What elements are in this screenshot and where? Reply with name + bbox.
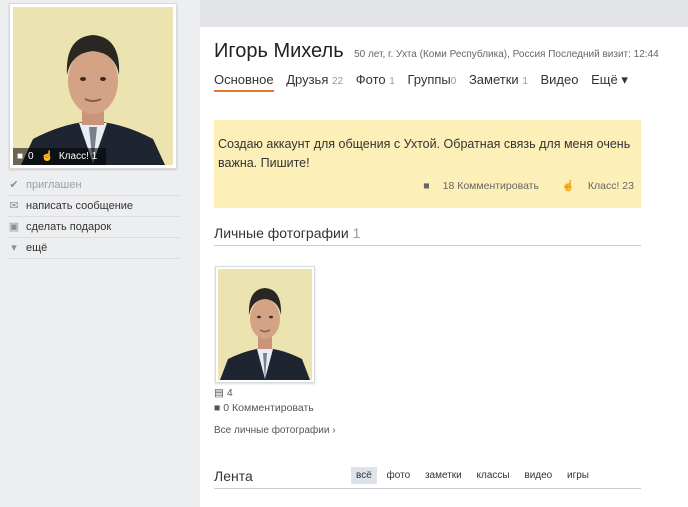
personal-photo[interactable] [215,266,315,383]
side-item-label: приглашен [26,179,82,191]
status-actions: ■ 18 Комментировать ☝ Класс! 23 [403,179,634,192]
tab-label: Основное [214,72,274,87]
status-post: Создаю аккаунт для общения с Ухтой. Обра… [214,120,641,208]
tab-count: 22 [332,76,344,87]
personal-photos-header: Личные фотографии 1 [214,225,641,246]
gift-icon: ▣ [8,221,20,233]
photo-stats-count: 4 [226,387,233,399]
avatar[interactable]: ■ 0 ☝ Класс! 1 [9,3,177,169]
avatar-photo[interactable] [13,7,173,165]
profile-meta: 50 лет, г. Ухта (Коми Республика), Росси… [354,49,659,60]
side-item-write-message[interactable]: ✉ написать сообщение [8,196,180,217]
tab-label: Группы [407,72,451,87]
photo-stats: ▤ 4 [214,387,233,399]
tab-video[interactable]: Видео [541,72,579,90]
tab-label: Ещё ▾ [591,72,628,87]
tab-main[interactable]: Основное [214,72,274,92]
profile-actions-menu: ✔ приглашен ✉ написать сообщение ▣ сдела… [8,175,180,259]
status-comments[interactable]: ■ 18 Комментировать [413,180,539,192]
filter-video[interactable]: видео [519,467,557,484]
status-text: Создаю аккаунт для общения с Ухтой. Обра… [218,137,631,170]
tab-label: Друзья [286,72,329,87]
tab-friends[interactable]: Друзья 22 [286,72,343,90]
comment-icon: ■ [17,151,24,162]
status-likes[interactable]: ☝ Класс! 23 [552,180,634,192]
feed-header: Лента всё фото заметки классы видео игры [214,467,641,489]
tab-label: Фото [355,72,386,87]
avatar-comments-count: 0 [28,151,34,162]
status-likes-label[interactable]: Класс! 23 [588,180,634,192]
tab-count: 0 [450,76,457,87]
filter-likes[interactable]: классы [472,467,515,484]
envelope-icon: ✉ [9,200,19,212]
profile-header: Игорь Михель 50 лет, г. Ухта (Коми Респу… [214,40,659,63]
side-item-label[interactable]: ещё [26,238,47,258]
tab-notes[interactable]: Заметки 1 [469,72,528,90]
man-portrait-icon [13,7,173,165]
feed-filters: всё фото заметки классы видео игры [349,467,594,484]
section-count: 1 [352,225,361,241]
status-comments-label[interactable]: 18 Комментировать [443,180,539,192]
like-icon: ☝ [41,151,54,162]
side-item-label[interactable]: сделать подарок [26,217,111,237]
profile-tabs: Основное Друзья 22 Фото 1 Группы0 Заметк… [214,72,637,92]
tab-groups[interactable]: Группы0 [407,72,456,90]
tab-label: Видео [540,72,579,87]
filter-all[interactable]: всё [351,467,377,484]
tab-label: Заметки [468,72,519,87]
tab-count: 1 [389,76,395,87]
triangle-down-icon: ▾ [11,242,17,254]
avatar-stats: ■ 0 ☝ Класс! 1 [13,148,107,165]
section-title: Личные фотографии [214,225,349,241]
left-column: ■ 0 ☝ Класс! 1 ✔ приглашен ✉ написать сооб… [0,0,200,507]
main-content: Игорь Михель 50 лет, г. Ухта (Коми Респу… [200,27,688,507]
side-item-make-gift[interactable]: ▣ сделать подарок [8,217,180,238]
tab-photos[interactable]: Фото 1 [356,72,395,90]
photo-comments-label[interactable]: 0 Комментировать [223,402,314,414]
avatar-likes-label[interactable]: Класс! 1 [59,151,97,162]
filter-notes[interactable]: заметки [420,467,467,484]
side-item-more[interactable]: ▾ ещё [8,238,180,259]
personal-photo-image[interactable] [218,269,312,380]
photo-comments[interactable]: ■ 0 Комментировать [214,402,314,414]
comment-icon: ■ [423,180,430,192]
all-personal-photos-link[interactable]: Все личные фотографии › [214,425,336,436]
side-item-label[interactable]: написать сообщение [26,196,133,216]
section-title: Лента [214,468,253,484]
comment-icon: ■ [214,402,221,414]
like-icon: ☝ [561,180,575,192]
check-circle-icon: ✔ [9,179,19,191]
profile-name: Игорь Михель [214,40,344,62]
filter-games[interactable]: игры [562,467,594,484]
side-item-invited: ✔ приглашен [8,175,180,196]
man-portrait-icon [218,269,312,380]
stats-icon: ▤ [214,387,224,399]
tab-count: 1 [522,76,528,87]
filter-photo[interactable]: фото [382,467,416,484]
tab-more[interactable]: Ещё ▾ [591,72,628,91]
